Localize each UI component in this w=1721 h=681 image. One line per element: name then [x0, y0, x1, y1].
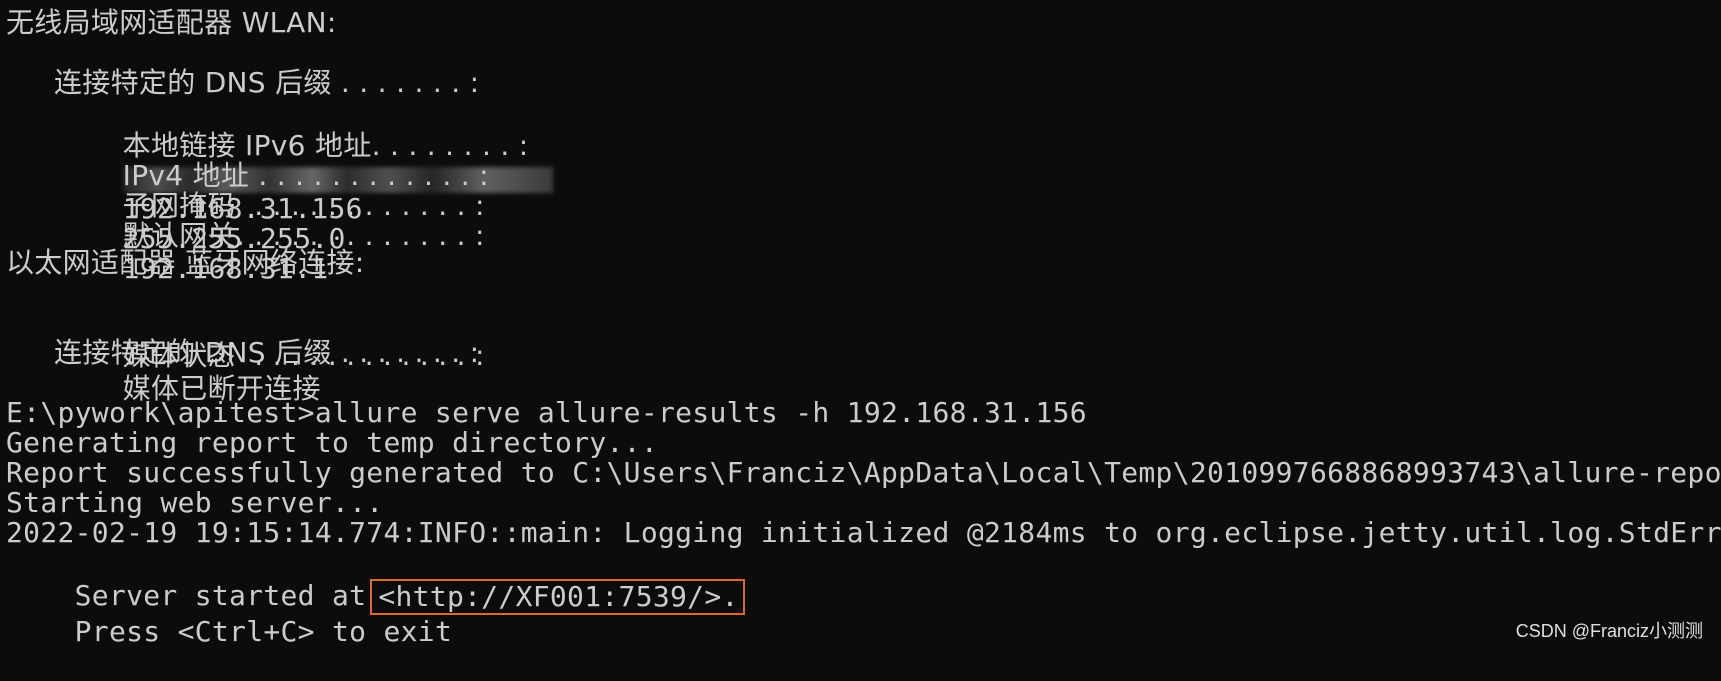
- wlan-dns-suffix-label: 连接特定的 DNS 后缀 . . . . . . . :: [54, 66, 480, 99]
- wlan-subnet-row: 子网掩码 . . . . . . . . . . . . : 255.255.2…: [54, 156, 485, 255]
- terminal-window[interactable]: 无线局域网适配器 WLAN: 连接特定的 DNS 后缀 . . . . . . …: [0, 0, 1721, 651]
- output-generating: Generating report to temp directory...: [6, 426, 658, 459]
- ethernet-media-row: 媒体状态 . . . . . . . . . . . . : 媒体已断开连接: [54, 306, 485, 405]
- wlan-gateway-row: 默认网关. . . . . . . . . . . . . : 192.168.…: [54, 186, 485, 285]
- server-url-link[interactable]: <http://XF001:7539/>.: [378, 580, 738, 613]
- server-started-prefix: Server started at: [74, 579, 367, 612]
- command-line[interactable]: E:\pywork\apitest>allure serve allure-re…: [6, 396, 1087, 429]
- wlan-ipv4-row: IPv4 地址 . . . . . . . . . . . . : 192.16…: [54, 126, 489, 225]
- ethernet-adapter-header: 以太网适配器 蓝牙网络连接:: [6, 246, 365, 279]
- output-logging-initialized: 2022-02-19 19:15:14.774:INFO::main: Logg…: [6, 516, 1721, 549]
- csdn-watermark: CSDN @Franciz小测测: [1515, 621, 1703, 641]
- output-starting-server: Starting web server...: [6, 486, 384, 519]
- output-server-started-row: Server started at <http://XF001:7539/>. P…: [6, 546, 745, 648]
- wlan-ipv6-row: 本地链接 IPv6 地址. . . . . . . . :: [54, 96, 553, 193]
- output-report-generated: Report successfully generated to C:\User…: [6, 456, 1721, 489]
- ethernet-dns-suffix-label: 连接特定的 DNS 后缀 . . . . . . . :: [54, 336, 480, 369]
- server-url-highlight[interactable]: <http://XF001:7539/>.: [370, 579, 745, 615]
- wlan-adapter-header: 无线局域网适配器 WLAN:: [6, 6, 337, 39]
- server-exit-hint: Press <Ctrl+C> to exit: [74, 615, 453, 648]
